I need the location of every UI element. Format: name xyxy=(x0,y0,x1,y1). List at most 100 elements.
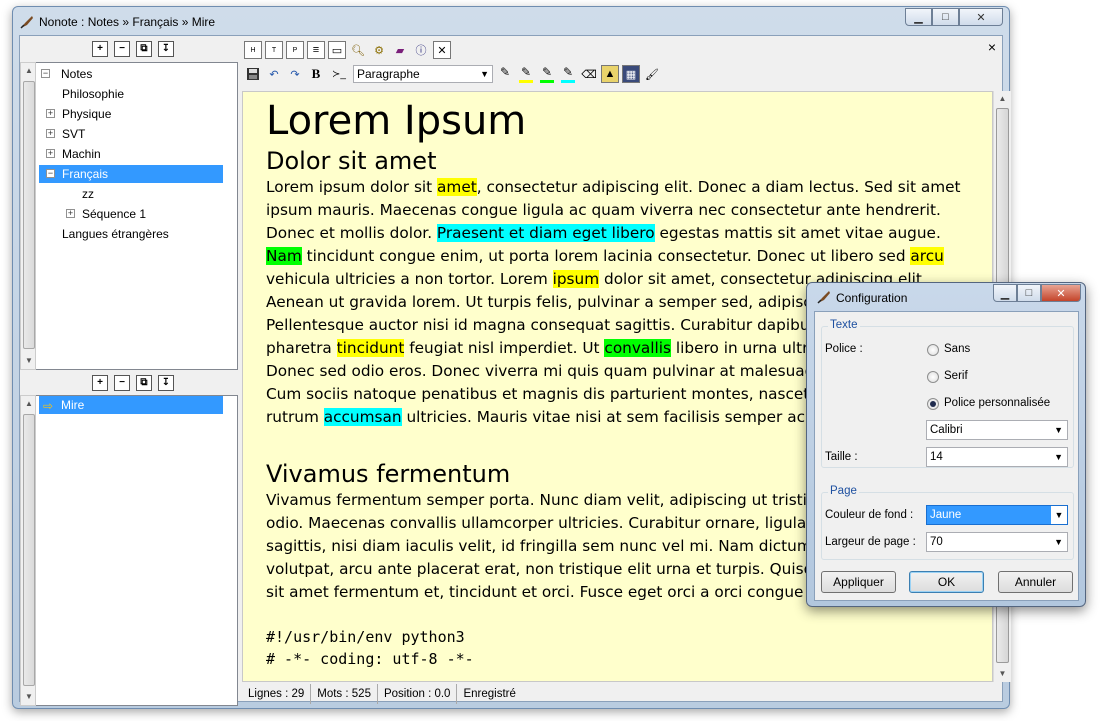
copy-note-icon[interactable]: ⧉ xyxy=(136,375,152,391)
paste-folder-icon[interactable]: ↧ xyxy=(158,41,174,57)
code-line: #!/usr/bin/env python3 xyxy=(266,628,465,646)
document-icon[interactable]: ≡ xyxy=(307,41,325,59)
highlight-green-icon[interactable]: ✎ xyxy=(538,65,556,83)
close-button[interactable]: ✕ xyxy=(959,8,1003,26)
add-note-icon[interactable]: + xyxy=(92,375,108,391)
code-button[interactable]: ≻_ xyxy=(328,65,350,83)
format-toolbar: ↶ ↷ B ≻_ Paragraphe ▼ ✎ ✎ ✎ ✎ ⌫ ▲ ▦ 🖌︎ xyxy=(244,63,661,85)
expand-icon[interactable]: + xyxy=(46,149,55,158)
close-button[interactable]: ✕ xyxy=(1041,284,1081,302)
size-select[interactable]: 14 ▼ xyxy=(926,447,1068,467)
background-color-select[interactable]: Jaune ▼ xyxy=(926,505,1068,525)
tree-item-label: Langues étrangères xyxy=(62,227,169,241)
notes-scrollbar[interactable]: ▲ ▼ xyxy=(20,395,36,706)
bold-button[interactable]: B xyxy=(307,65,325,83)
ok-button[interactable]: OK xyxy=(909,571,984,593)
tree-item[interactable]: + Machin xyxy=(25,145,221,163)
page-width-select[interactable]: 70 ▼ xyxy=(926,532,1068,552)
minimize-button[interactable]: ▁ xyxy=(993,284,1017,302)
insert-image-icon[interactable]: ▲ xyxy=(601,65,619,83)
quill-icon xyxy=(20,16,33,29)
remove-folder-icon[interactable]: − xyxy=(114,41,130,57)
radio-custom-font-label: Police personnalisée xyxy=(944,397,1051,409)
paragraph-style-value: Paragraphe xyxy=(357,67,420,81)
section-heading: Dolor sit amet xyxy=(266,147,437,175)
highlighted-text: convallis xyxy=(604,339,672,357)
text-run: pharetra xyxy=(266,339,337,357)
cancel-button[interactable]: Annuler xyxy=(998,571,1073,593)
close-tab-button[interactable]: × xyxy=(988,39,996,55)
highlight-yellow-icon[interactable]: ✎ xyxy=(517,65,535,83)
paragraph-style-select[interactable]: Paragraphe ▼ xyxy=(353,65,493,83)
tree-item[interactable]: + Physique xyxy=(25,105,221,123)
list-item[interactable]: ⇨ Mire xyxy=(39,396,223,414)
apply-button[interactable]: Appliquer xyxy=(821,571,896,593)
export-html-icon[interactable]: H xyxy=(244,41,262,59)
chevron-down-icon: ▼ xyxy=(1054,537,1063,547)
copy-folder-icon[interactable]: ⧉ xyxy=(136,41,152,57)
tree-item[interactable]: − Notes xyxy=(25,65,221,83)
radio-serif[interactable] xyxy=(927,371,939,383)
tree-item[interactable]: Langues étrangères xyxy=(25,225,221,243)
minimize-button[interactable]: ▁ xyxy=(905,8,932,26)
tree-item-label: Notes xyxy=(61,67,93,81)
undo-icon[interactable]: ↶ xyxy=(265,65,283,83)
close-note-icon[interactable]: ✕ xyxy=(433,41,451,59)
expand-icon[interactable]: + xyxy=(46,109,55,118)
text-run: vehicula ultricies a non tortor. Lorem xyxy=(266,270,553,288)
tree-item-label: Physique xyxy=(62,107,112,121)
book-icon[interactable]: ▰ xyxy=(391,41,409,59)
radio-custom-font[interactable] xyxy=(927,398,939,410)
paragraph-line: ipsum mauris. Maecenas congue ligula ac … xyxy=(266,199,986,222)
paste-note-icon[interactable]: ↧ xyxy=(158,375,174,391)
eraser-icon[interactable]: ⌫ xyxy=(580,65,598,83)
tree-item[interactable]: − Français xyxy=(39,165,223,183)
font-select[interactable]: Calibri ▼ xyxy=(926,420,1068,440)
paint-icon[interactable]: 🖌︎ xyxy=(643,65,661,83)
insert-gallery-icon[interactable]: ▦ xyxy=(622,65,640,83)
remove-note-icon[interactable]: − xyxy=(114,375,130,391)
page-group-title: Page xyxy=(828,485,859,497)
export-txt-icon[interactable]: T xyxy=(265,41,283,59)
tree-item-label: SVT xyxy=(62,127,86,141)
highlight-cyan-icon[interactable]: ✎ xyxy=(559,65,577,83)
tree-item-label: zz xyxy=(82,187,94,201)
title-bar[interactable]: Nonote : Notes » Français » Mire ▁ □ ✕ xyxy=(13,7,1009,35)
expand-icon[interactable]: + xyxy=(46,129,55,138)
search-icon[interactable]: 🔍︎ xyxy=(349,41,367,59)
tree-item[interactable]: + Séquence 1 xyxy=(25,205,221,223)
tree-item[interactable]: + SVT xyxy=(25,125,221,143)
expand-icon[interactable]: + xyxy=(66,209,75,218)
redo-icon[interactable]: ↷ xyxy=(286,65,304,83)
page-group: Page Couleur de fond : Jaune ▼ Largeur d… xyxy=(821,485,1074,560)
export-pdf-icon[interactable]: P xyxy=(286,41,304,59)
highlighted-text: Praesent et diam eget libero xyxy=(436,224,655,242)
code-line: # -*- coding: utf-8 -*- xyxy=(266,650,474,668)
chevron-down-icon: ▼ xyxy=(1054,425,1063,435)
settings-icon[interactable]: ⚙ xyxy=(370,41,388,59)
chevron-down-icon: ▼ xyxy=(1051,506,1067,524)
background-color-value: Jaune xyxy=(930,509,962,521)
save-icon[interactable] xyxy=(244,65,262,83)
maximize-button[interactable]: □ xyxy=(932,8,959,26)
collapse-icon[interactable]: − xyxy=(41,69,50,78)
tree-scrollbar[interactable]: ▲ ▼ xyxy=(20,62,36,370)
add-folder-icon[interactable]: + xyxy=(92,41,108,57)
info-icon[interactable]: ⓘ xyxy=(412,41,430,59)
maximize-button[interactable]: □ xyxy=(1017,284,1041,302)
size-select-value: 14 xyxy=(930,451,943,463)
tree-item[interactable]: Philosophie xyxy=(25,85,221,103)
pen-icon[interactable]: ✎ xyxy=(496,65,514,83)
text-group: Texte Police : Sans Serif Police personn… xyxy=(821,319,1074,468)
word-count: Mots : 525 xyxy=(311,684,378,704)
tree-item[interactable]: zz xyxy=(25,185,221,203)
radio-sans[interactable] xyxy=(927,344,939,356)
tree-item-label: Philosophie xyxy=(62,87,125,101)
collapse-icon[interactable]: − xyxy=(46,169,55,178)
dialog-title: Configuration xyxy=(836,291,908,305)
highlighted-text: amet xyxy=(437,178,477,196)
configuration-dialog: Configuration ▁ □ ✕ Texte Police : Sans … xyxy=(806,282,1086,607)
fullscreen-icon[interactable]: ▭ xyxy=(328,41,346,59)
cursor-position: Position : 0.0 xyxy=(378,684,458,704)
highlighted-text: ipsum xyxy=(552,270,600,288)
